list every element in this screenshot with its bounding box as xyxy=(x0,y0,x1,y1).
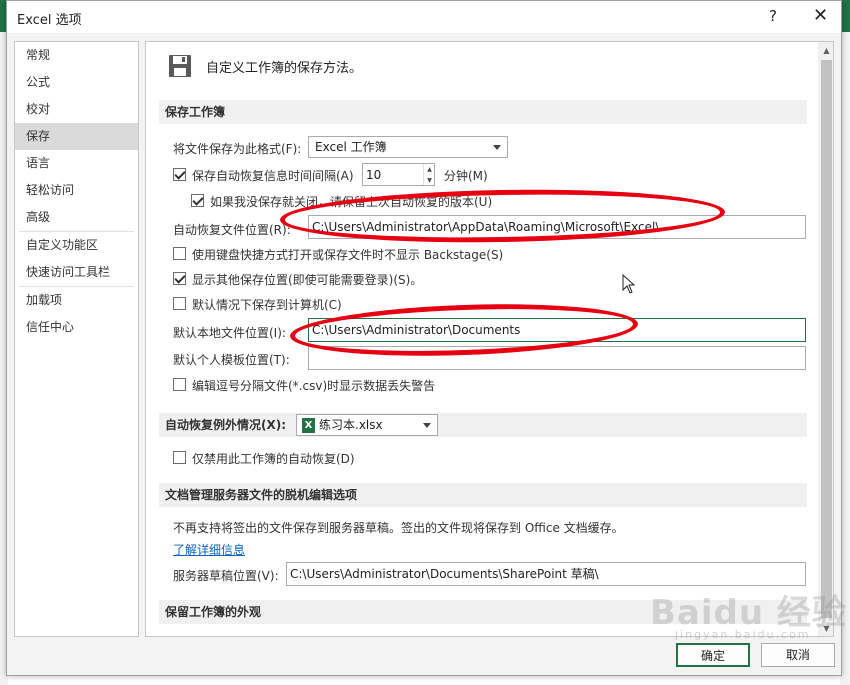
section-autorecover-exceptions: 自动恢复例外情况(X): xyxy=(159,413,807,437)
workbook-dropdown[interactable]: X 练习本.xlsx xyxy=(296,414,438,436)
minutes-unit-label: 分钟(M) xyxy=(444,169,488,183)
page-description: 自定义工作簿的保存方法。 xyxy=(206,61,363,76)
nav-item-save[interactable]: 保存 xyxy=(15,123,138,150)
nav-item-accessibility[interactable]: 轻松访问 xyxy=(15,177,138,204)
csv-warning-checkbox[interactable] xyxy=(173,378,186,391)
nav-item-add-ins[interactable]: 加载项 xyxy=(15,287,138,314)
dialog-title: Excel 选项 xyxy=(17,13,82,28)
server-drafts-field[interactable]: C:\Users\Administrator\Documents\SharePo… xyxy=(286,562,806,586)
nav-item-formulas[interactable]: 公式 xyxy=(15,69,138,96)
watermark-brand: Baidu 经验 xyxy=(650,593,847,633)
no-backstage-label: 使用键盘快捷方式打开或保存文件时不显示 Backstage(S) xyxy=(192,248,504,262)
save-to-computer-label: 默认情况下保存到计算机(C) xyxy=(192,298,342,312)
show-additional-locations-label: 显示其他保存位置(即使可能需要登录)(S)。 xyxy=(192,273,423,287)
autorecover-exceptions-label: 自动恢复例外情况(X): xyxy=(165,418,287,432)
save-to-computer-checkbox[interactable] xyxy=(173,297,186,310)
title-bar: Excel 选项 ? ✕ xyxy=(7,1,841,33)
scrollbar-thumb[interactable] xyxy=(821,60,832,618)
help-button[interactable]: ? xyxy=(769,7,777,25)
autorecover-label: 保存自动恢复信息时间间隔(A) xyxy=(192,169,354,183)
autorecover-minutes-stepper[interactable]: 10 ▲ ▼ xyxy=(362,163,435,186)
close-button[interactable]: ✕ xyxy=(813,5,828,26)
floppy-disk-icon xyxy=(168,54,192,80)
learn-more-link[interactable]: 了解详细信息 xyxy=(173,541,245,558)
autorecover-location-label: 自动恢复文件位置(R): xyxy=(173,223,291,237)
scroll-up-icon[interactable]: ▲ xyxy=(818,42,833,59)
spinner-buttons[interactable]: ▲ ▼ xyxy=(423,164,434,185)
nav-item-language[interactable]: 语言 xyxy=(15,150,138,177)
save-format-dropdown[interactable]: Excel 工作簿 xyxy=(308,136,508,158)
nav-item-customize-ribbon[interactable]: 自定义功能区 xyxy=(15,232,138,259)
save-format-label: 将文件保存为此格式(F): xyxy=(173,142,302,156)
nav-item-trust-center[interactable]: 信任中心 xyxy=(15,314,138,341)
watermark-url: jingyan.baidu.com xyxy=(675,628,811,641)
offline-note: 不再支持将签出的文件保存到服务器草稿。签出的文件现将保存到 Office 文档缓… xyxy=(173,521,624,535)
disable-autorecover-label: 仅禁用此工作簿的自动恢复(D) xyxy=(192,452,355,466)
autorecover-minutes-value: 10 xyxy=(366,168,382,182)
section-save-workbooks: 保存工作簿 xyxy=(159,100,807,124)
nav-item-proofing[interactable]: 校对 xyxy=(15,96,138,123)
server-drafts-label: 服务器草稿位置(V): xyxy=(173,569,279,583)
disable-autorecover-checkbox[interactable] xyxy=(173,451,186,464)
default-local-location-label: 默认本地文件位置(I): xyxy=(173,326,286,340)
save-format-value: Excel 工作簿 xyxy=(315,140,387,154)
show-additional-locations-checkbox[interactable] xyxy=(173,272,186,285)
cancel-button[interactable]: 取消 xyxy=(761,643,835,667)
spin-down-icon[interactable]: ▼ xyxy=(424,175,434,185)
autorecover-checkbox[interactable] xyxy=(173,168,186,181)
options-nav: 常规 公式 校对 保存 语言 轻松访问 高级 自定义功能区 快速访问工具栏 加载… xyxy=(14,41,139,637)
chevron-down-icon xyxy=(423,423,431,428)
nav-item-general[interactable]: 常规 xyxy=(15,42,138,69)
nav-item-quick-access-toolbar[interactable]: 快速访问工具栏 xyxy=(15,259,138,286)
mouse-cursor-icon xyxy=(622,274,636,294)
default-template-location-label: 默认个人模板位置(T): xyxy=(173,353,290,367)
section-offline-editing: 文档管理服务器文件的脱机编辑选项 xyxy=(159,483,807,507)
no-backstage-checkbox[interactable] xyxy=(173,247,186,260)
spin-up-icon[interactable]: ▲ xyxy=(424,164,434,175)
excel-file-icon: X xyxy=(302,418,315,433)
nav-item-advanced[interactable]: 高级 xyxy=(15,204,138,231)
chevron-down-icon xyxy=(493,145,501,150)
ok-button[interactable]: 确定 xyxy=(676,643,750,667)
vertical-scrollbar[interactable]: ▲ ▼ xyxy=(818,42,833,636)
keep-last-version-checkbox[interactable] xyxy=(191,194,204,207)
csv-warning-label: 编辑逗号分隔文件(*.csv)时显示数据丢失警告 xyxy=(192,379,436,393)
